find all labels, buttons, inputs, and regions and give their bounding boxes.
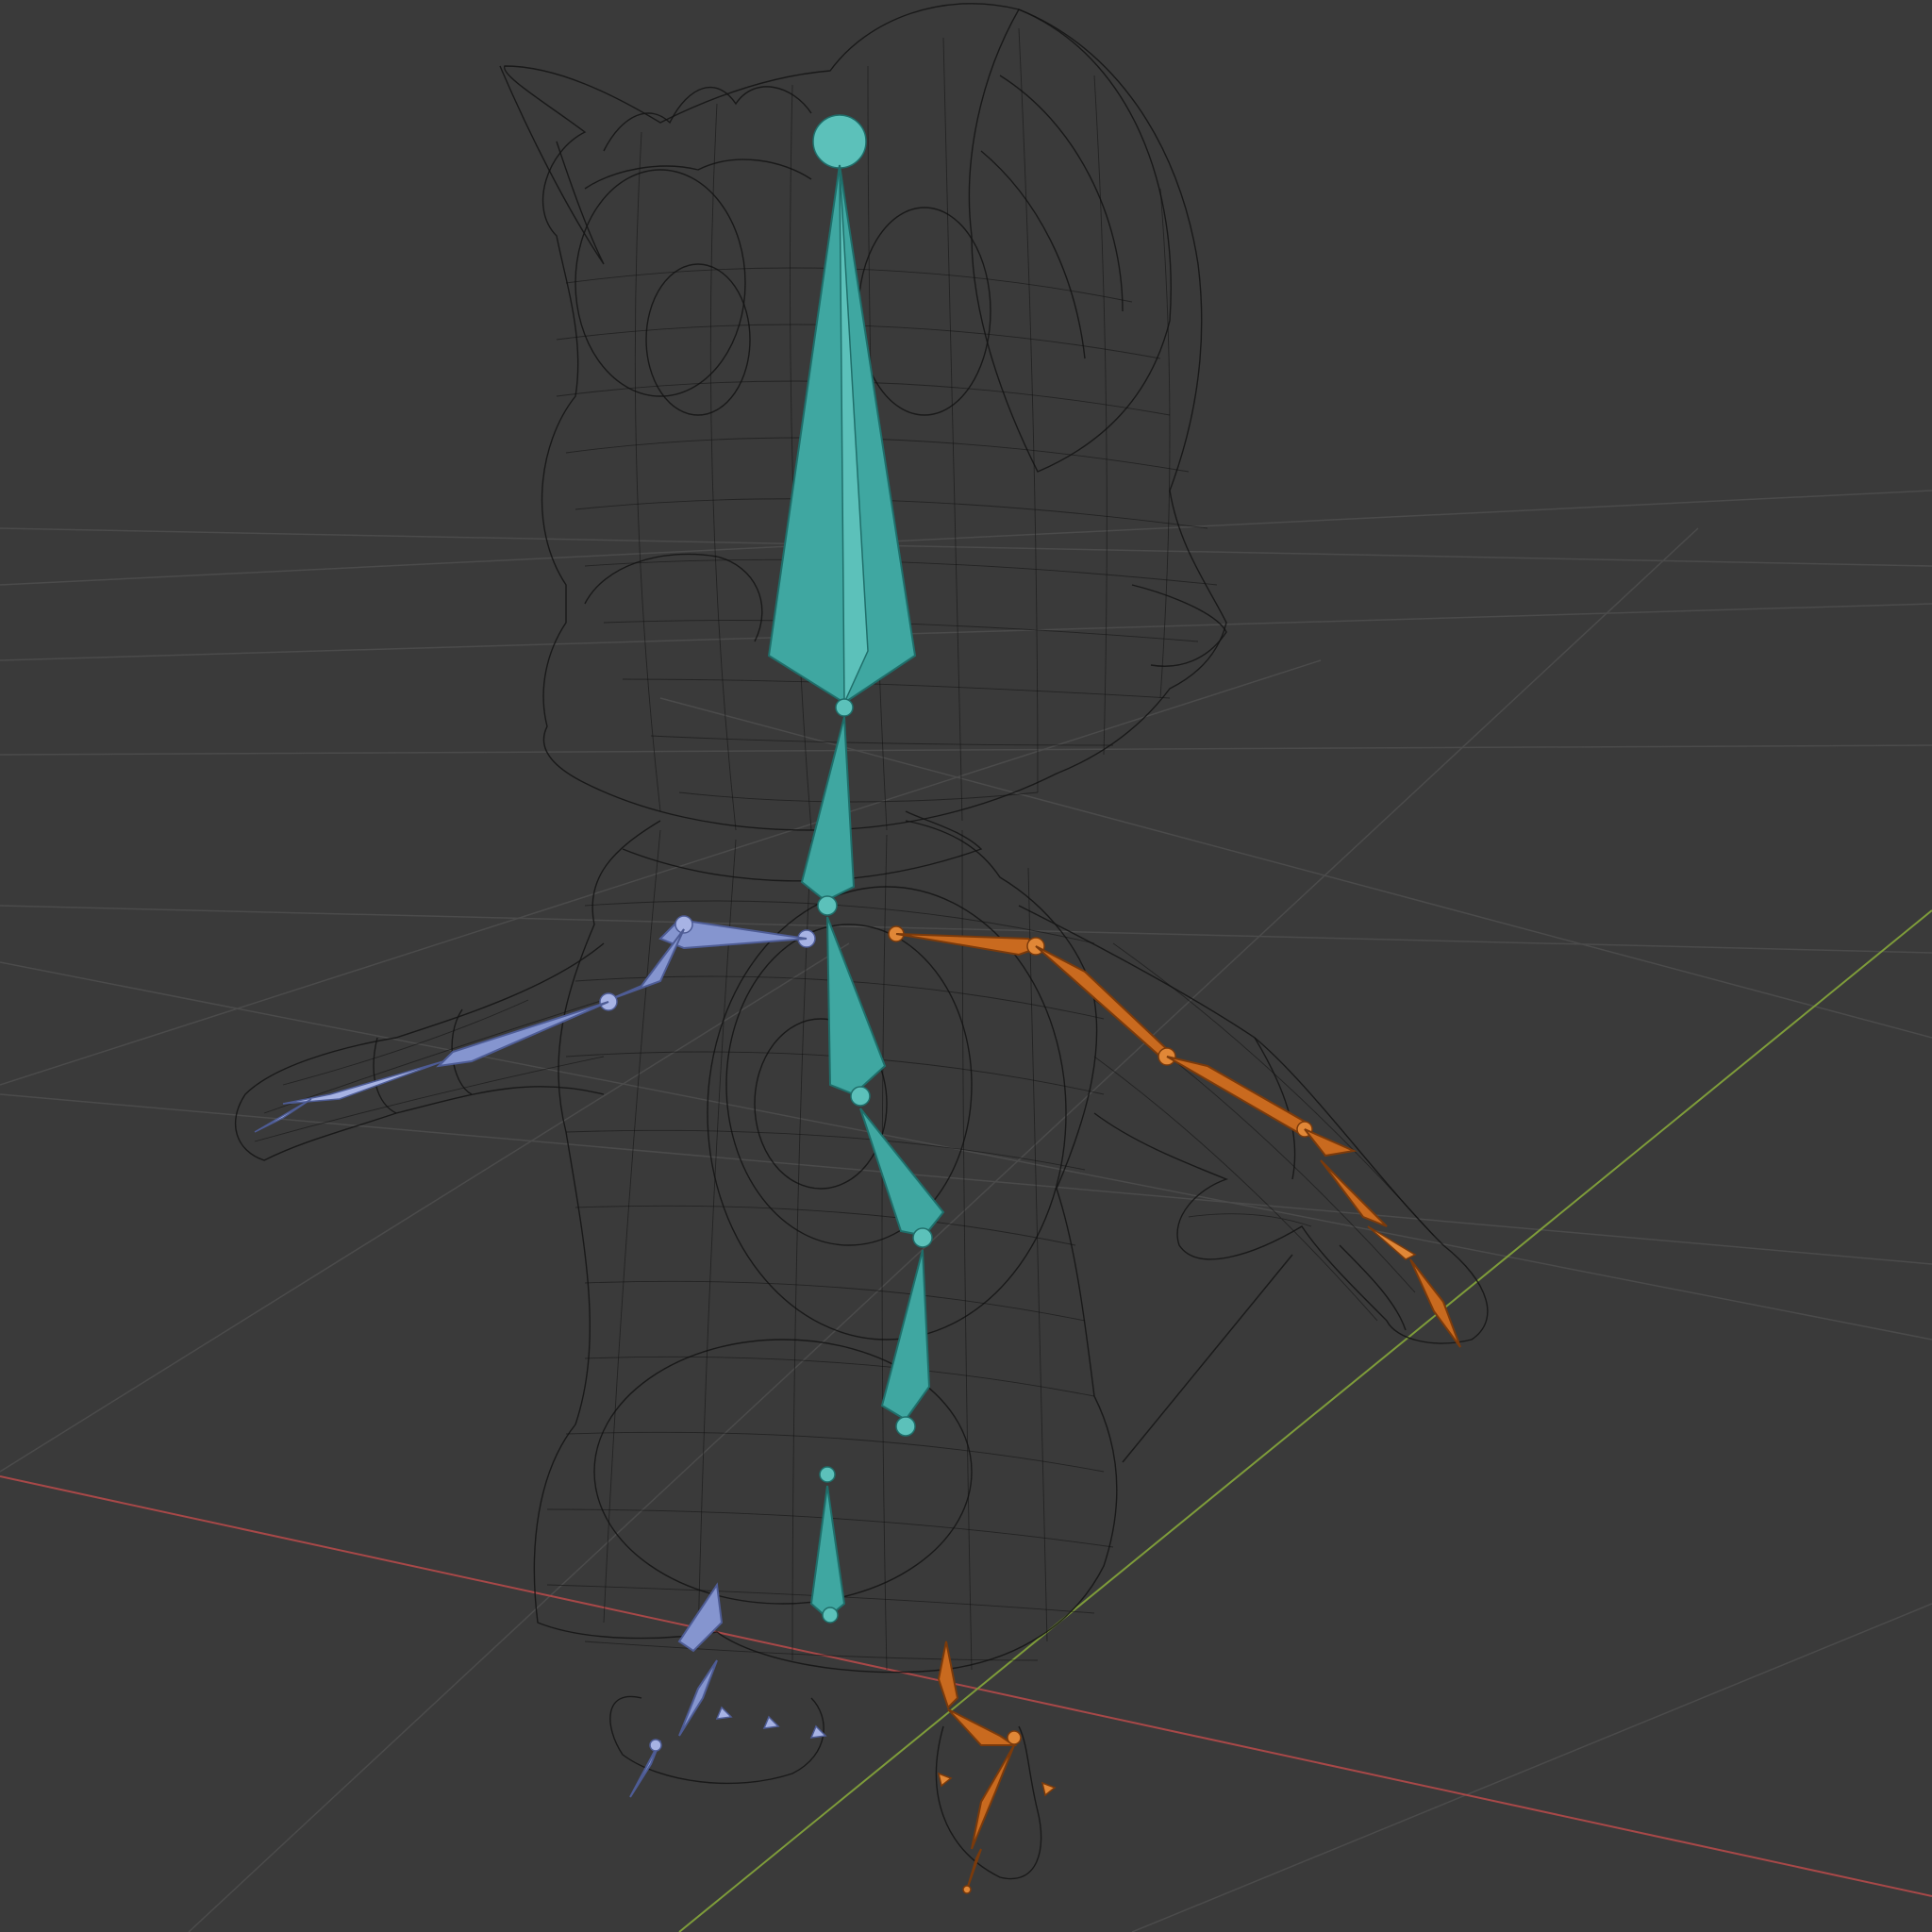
floor-grid [0,490,1932,1932]
character-wireframe-mesh[interactable] [235,3,1489,1880]
bone-joint-toe-r[interactable] [962,1885,972,1894]
armature-left-side[interactable] [254,915,827,1798]
bone-joint-hips-tail[interactable] [822,1607,839,1624]
bone-joint-spine-3[interactable] [895,1416,916,1437]
bone-joint-neck[interactable] [835,698,854,717]
bone-shin-l[interactable] [678,1659,718,1737]
bone-joint-hips[interactable] [819,1466,836,1483]
bone-forearm-r[interactable] [1166,1056,1308,1134]
bone-spine-2[interactable] [880,1249,931,1422]
bone-joint-spine-2[interactable] [912,1227,933,1248]
origin-line [1122,1254,1293,1463]
bone-finger-r-3[interactable] [1409,1258,1461,1348]
bone-joint-foot-l[interactable] [649,1739,662,1752]
bone-heel-r-1[interactable] [937,1772,953,1788]
x-axis-line [0,1475,1932,1897]
armature-spine[interactable] [767,114,945,1624]
bone-chest[interactable] [826,916,887,1096]
bone-thigh-r[interactable] [937,1641,959,1709]
bone-toe-l-1[interactable] [715,1706,733,1720]
armature-right-side[interactable] [888,925,1461,1894]
bone-joint-knee-r[interactable] [1007,1730,1022,1745]
bone-joint-spine-1[interactable] [850,1086,871,1107]
bone-joint-chest[interactable] [817,895,838,916]
bone-shin-r[interactable] [947,1708,1018,1746]
bone-hand-l[interactable] [282,1060,444,1105]
3d-viewport[interactable] [0,0,1932,1932]
bone-finger-r-1[interactable] [1320,1159,1388,1227]
bone-head-tail-sphere[interactable] [812,114,867,169]
bone-spine-1[interactable] [859,1108,945,1238]
bone-finger-r-2[interactable] [1367,1225,1417,1260]
bone-hips[interactable] [809,1485,846,1620]
bone-toe-l-2[interactable] [762,1715,780,1729]
bone-forearm-l[interactable] [436,1001,609,1068]
bone-heel-r-2[interactable] [1041,1781,1057,1797]
bone-foot-r[interactable] [971,1744,1015,1850]
bone-thigh-l[interactable] [677,1582,724,1653]
